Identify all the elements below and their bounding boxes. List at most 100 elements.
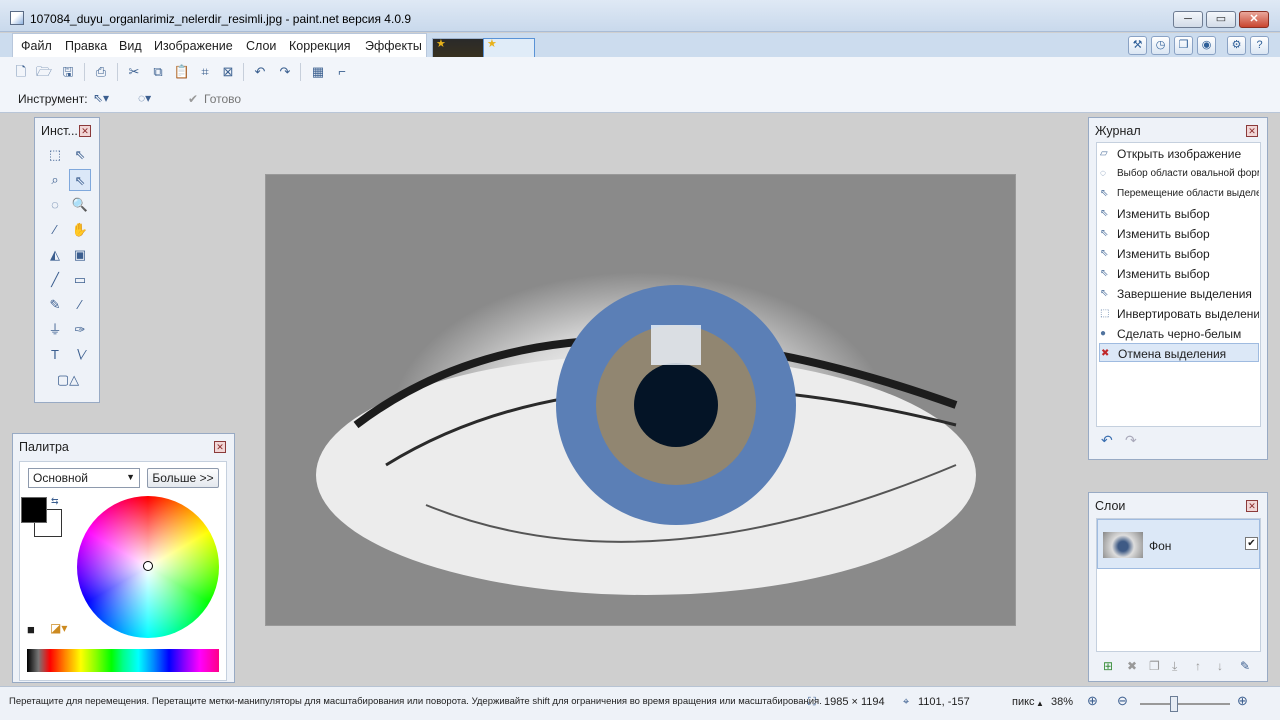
minimize-button[interactable]: ─ (1173, 11, 1203, 28)
ellipse-select-icon[interactable]: ◌ (44, 194, 66, 216)
duplicate-layer-icon[interactable]: ❐ (1149, 659, 1160, 673)
move-selection-icon[interactable]: ⇖▾ (93, 91, 109, 105)
move-layer-down-icon[interactable]: ↓ (1217, 659, 1223, 673)
tools-panel-close[interactable]: ✕ (79, 125, 91, 137)
add-color-icon[interactable]: ■ (27, 622, 35, 637)
copy-icon[interactable]: ⧉ (149, 63, 167, 81)
palette-swatches[interactable] (27, 649, 219, 672)
gradient-icon[interactable]: ▣ (69, 244, 91, 266)
layer-properties-icon[interactable]: ✎ (1240, 659, 1250, 673)
pencil-icon[interactable]: ✎ (44, 294, 66, 316)
done-button[interactable]: Готово (204, 92, 241, 106)
layer-visibility-checkbox[interactable]: ✔ (1245, 537, 1258, 550)
zoom-slider[interactable] (1140, 703, 1230, 705)
palette-mode-select[interactable]: Основной ▼ (28, 468, 140, 488)
move-selection-tool-icon[interactable]: ⇖ (69, 169, 91, 191)
zoom-out-icon[interactable]: ⊖ (1117, 693, 1128, 709)
paste-icon[interactable]: 📋 (173, 63, 191, 81)
magic-wand-icon[interactable]: ⁄ (44, 219, 66, 241)
done-check-icon: ✔ (188, 92, 199, 106)
history-item[interactable]: ⇖ Изменить выбор (1099, 204, 1259, 223)
clone-stamp-icon[interactable]: ⏚ (44, 319, 66, 341)
zoom-fit-icon[interactable]: ⊕ (1087, 693, 1098, 709)
print-icon[interactable]: ⎙ (92, 63, 110, 81)
menu-effects[interactable]: Эффекты (365, 39, 422, 53)
deselect-icon[interactable]: ⊠ (219, 63, 237, 81)
crop-icon[interactable]: ⌗ (196, 63, 214, 81)
units-up-icon[interactable]: ▲ (1036, 699, 1044, 708)
units-select[interactable]: пикс (1012, 696, 1035, 708)
history-toggle-icon[interactable]: ◷ (1151, 36, 1170, 55)
pan-icon[interactable]: ✋ (69, 219, 91, 241)
history-item[interactable]: ⇖ Изменить выбор (1099, 264, 1259, 283)
primary-color-swatch[interactable] (21, 497, 47, 523)
redo-icon[interactable]: ↷ (276, 63, 294, 81)
line-curve-icon[interactable]: ∖∕ (69, 344, 91, 366)
history-title: Журнал (1095, 124, 1141, 138)
text-icon[interactable]: T (44, 344, 66, 366)
selection-mode-icon[interactable]: ◌▾ (138, 91, 151, 105)
tools-toggle-icon[interactable]: ⚒ (1128, 36, 1147, 55)
history-item-selected[interactable]: ✖ Отмена выделения (1099, 343, 1259, 362)
colors-toggle-icon[interactable]: ◉ (1197, 36, 1216, 55)
paintbrush-icon[interactable]: ╱ (44, 269, 66, 291)
move-pixels-icon[interactable]: ⇖ (69, 144, 91, 166)
history-item[interactable]: ⇖Перемещение области выделения (1099, 184, 1259, 203)
history-item[interactable]: ⇖ Завершение выделения (1099, 284, 1259, 303)
undo-icon[interactable]: ↶ (251, 63, 269, 81)
open-icon[interactable]: 🗁 (35, 63, 53, 81)
settings-icon[interactable]: ⚙ (1227, 36, 1246, 55)
history-item[interactable]: ◌ Выбор области овальной формы (1099, 164, 1259, 183)
history-item[interactable]: ⬚ Инвертировать выделение (1099, 304, 1259, 323)
menu-edit[interactable]: Правка (65, 39, 107, 53)
layers-toggle-icon[interactable]: ❐ (1174, 36, 1193, 55)
grid-icon[interactable]: ▦ (309, 63, 327, 81)
deselect-icon: ✖ (1101, 348, 1110, 359)
layers-close[interactable]: ✕ (1246, 500, 1258, 512)
palette-panel: Палитра ✕ Основной ▼ Больше >> ⇆ ■ ◪▾ (12, 433, 235, 683)
eraser-icon[interactable]: ▭ (69, 269, 91, 291)
history-item[interactable]: ⇖ Изменить выбор (1099, 244, 1259, 263)
swap-colors-icon[interactable]: ⇆ (51, 496, 59, 507)
zoom-slider-thumb[interactable] (1170, 696, 1178, 712)
zoom-icon[interactable]: 🔍 (69, 194, 91, 216)
layer-row[interactable]: Фон ✔ (1097, 519, 1260, 569)
history-close[interactable]: ✕ (1246, 125, 1258, 137)
add-layer-icon[interactable]: ⊞ (1103, 659, 1113, 673)
history-item[interactable]: ▱ Открыть изображение (1099, 144, 1259, 163)
bucket-icon[interactable]: ◭ (44, 244, 66, 266)
maximize-button[interactable]: ▭ (1206, 11, 1236, 28)
menu-view[interactable]: Вид (119, 39, 142, 53)
shapes-icon[interactable]: ▢△ (53, 369, 83, 391)
move-layer-up-icon[interactable]: ↑ (1195, 659, 1201, 673)
menu-adjustments[interactable]: Коррекция (289, 39, 350, 53)
rectangle-select-icon[interactable]: ⬚ (44, 144, 66, 166)
history-item[interactable]: ● Сделать черно-белым (1099, 324, 1259, 343)
palette-close[interactable]: ✕ (214, 441, 226, 453)
menu-image[interactable]: Изображение (154, 39, 233, 53)
ruler-icon[interactable]: ⌐ (333, 63, 351, 81)
menu-layers[interactable]: Слои (246, 39, 276, 53)
help-icon[interactable]: ? (1250, 36, 1269, 55)
zoom-in-icon[interactable]: ⊕ (1237, 693, 1248, 709)
cursor-position: 1101, -157 (918, 696, 970, 708)
more-colors-button[interactable]: Больше >> (147, 468, 219, 488)
close-button[interactable]: ✕ (1239, 11, 1269, 28)
merge-layer-icon[interactable]: ⤓ (1172, 659, 1177, 674)
cut-icon[interactable]: ✂ (125, 63, 143, 81)
palette-menu-icon[interactable]: ◪▾ (50, 621, 67, 635)
recolor-icon[interactable]: ✑ (69, 319, 91, 341)
delete-layer-icon[interactable]: ✖ (1127, 659, 1137, 673)
lasso-icon[interactable]: ⌕ (44, 169, 66, 191)
menu-file[interactable]: Файл (21, 39, 52, 53)
history-list: ▱ Открыть изображение ◌ Выбор области овал… (1096, 142, 1261, 427)
color-picker-icon[interactable]: ⁄ (69, 294, 91, 316)
save-icon[interactable]: 🖫 (59, 63, 77, 81)
history-redo-icon[interactable]: ↷ (1125, 432, 1137, 449)
history-undo-icon[interactable]: ↶ (1101, 432, 1113, 449)
color-wheel-cursor[interactable] (143, 561, 153, 571)
new-icon[interactable]: 🗋 (12, 63, 30, 81)
canvas-image[interactable] (265, 174, 1016, 626)
history-item[interactable]: ⇖ Изменить выбор (1099, 224, 1259, 243)
tools-panel-title: Инст... (41, 124, 78, 138)
